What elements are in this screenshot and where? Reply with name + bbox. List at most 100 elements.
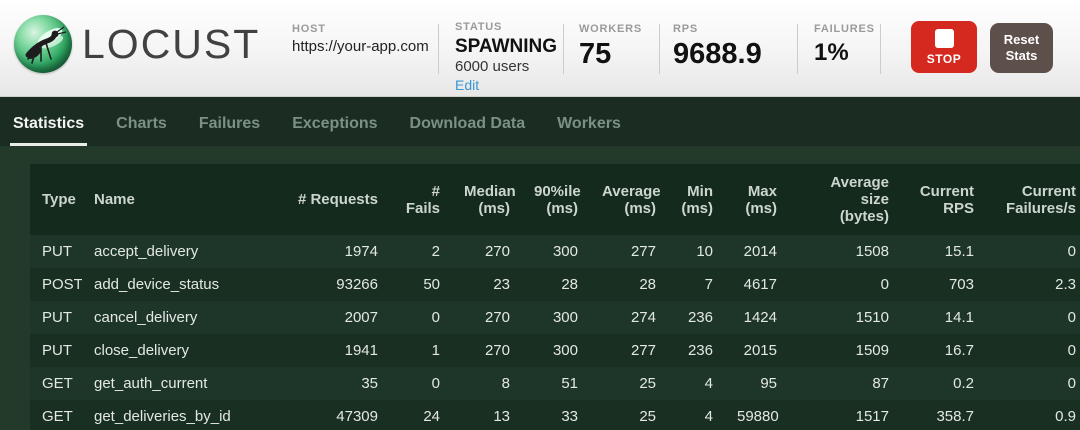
cell-requests: 93266: [282, 268, 390, 301]
table-row: PUT close_delivery 1941 1 270 300 277 23…: [30, 334, 1080, 367]
col-header-min[interactable]: Min (ms): [668, 164, 725, 235]
cell-median: 270: [452, 301, 522, 334]
col-header-name[interactable]: Name: [82, 164, 282, 235]
cell-min: 7: [668, 268, 725, 301]
col-header-average[interactable]: Average (ms): [590, 164, 668, 235]
table-row: PUT cancel_delivery 2007 0 270 300 274 2…: [30, 301, 1080, 334]
col-header-average-size[interactable]: Average size (bytes): [789, 164, 901, 235]
status-label: STATUS: [455, 21, 557, 33]
stop-button[interactable]: STOP: [911, 21, 977, 73]
status-stat: STATUS SPAWNING 6000 users Edit: [455, 21, 557, 95]
cell-requests: 47309: [282, 400, 390, 430]
cell-type: PUT: [30, 235, 82, 268]
cell-requests: 1941: [282, 334, 390, 367]
cell-median: 23: [452, 268, 522, 301]
edit-link[interactable]: Edit: [455, 76, 479, 95]
cell-max: 2015: [725, 334, 789, 367]
cell-name: get_auth_current: [82, 367, 282, 400]
tab-statistics[interactable]: Statistics: [10, 115, 87, 146]
cell-current-failures: 0: [986, 235, 1080, 268]
cell-max: 2014: [725, 235, 789, 268]
reset-stats-button[interactable]: Reset Stats: [990, 23, 1053, 73]
divider: [659, 24, 660, 74]
cell-min: 4: [668, 400, 725, 430]
failures-label: FAILURES: [814, 23, 875, 35]
status-value: SPAWNING: [455, 36, 557, 57]
cell-average: 25: [590, 400, 668, 430]
cell-type: GET: [30, 367, 82, 400]
cell-average: 274: [590, 301, 668, 334]
cell-type: POST: [30, 268, 82, 301]
cell-fails: 50: [390, 268, 452, 301]
col-header-fails[interactable]: # Fails: [390, 164, 452, 235]
cell-requests: 2007: [282, 301, 390, 334]
cell-current-rps: 15.1: [901, 235, 986, 268]
cell-average-size: 1508: [789, 235, 901, 268]
cell-average-size: 1517: [789, 400, 901, 430]
stop-button-label: STOP: [927, 52, 961, 66]
cell-min: 4: [668, 367, 725, 400]
cell-current-rps: 703: [901, 268, 986, 301]
cell-current-failures: 0.9: [986, 400, 1080, 430]
cell-current-failures: 0: [986, 367, 1080, 400]
stop-icon: [935, 29, 954, 48]
cell-average: 277: [590, 235, 668, 268]
table-row: POST add_device_status 93266 50 23 28 28…: [30, 268, 1080, 301]
divider: [563, 24, 564, 74]
cell-average-size: 1510: [789, 301, 901, 334]
cell-average-size: 1509: [789, 334, 901, 367]
cell-name: cancel_delivery: [82, 301, 282, 334]
table-row: GET get_deliveries_by_id 47309 24 13 33 …: [30, 400, 1080, 430]
nav-bar: Statistics Charts Failures Exceptions Do…: [0, 97, 1080, 146]
failures-value: 1%: [814, 38, 875, 68]
cell-90percentile: 300: [522, 334, 590, 367]
cell-type: GET: [30, 400, 82, 430]
divider: [880, 24, 881, 74]
table-header-row: Type Name # Requests # Fails Median (ms)…: [30, 164, 1080, 235]
failures-stat: FAILURES 1%: [814, 23, 875, 68]
cell-90percentile: 33: [522, 400, 590, 430]
divider: [797, 24, 798, 74]
cell-current-rps: 0.2: [901, 367, 986, 400]
cell-median: 270: [452, 235, 522, 268]
col-header-current-failures[interactable]: Current Failures/s: [986, 164, 1080, 235]
cell-max: 4617: [725, 268, 789, 301]
cell-average-size: 87: [789, 367, 901, 400]
cell-max: 1424: [725, 301, 789, 334]
tab-download-data[interactable]: Download Data: [407, 115, 529, 146]
host-stat: HOST https://your-app.com: [292, 23, 429, 55]
locust-logo-link[interactable]: LOCUST: [14, 15, 260, 73]
cell-min: 10: [668, 235, 725, 268]
cell-current-rps: 16.7: [901, 334, 986, 367]
col-header-current-rps[interactable]: Current RPS: [901, 164, 986, 235]
cell-current-rps: 14.1: [901, 301, 986, 334]
cell-type: PUT: [30, 301, 82, 334]
tab-failures[interactable]: Failures: [196, 115, 263, 146]
cell-median: 270: [452, 334, 522, 367]
table-row: PUT accept_delivery 1974 2 270 300 277 1…: [30, 235, 1080, 268]
divider: [438, 24, 439, 74]
cell-90percentile: 300: [522, 235, 590, 268]
cell-min: 236: [668, 301, 725, 334]
status-users: 6000 users: [455, 57, 557, 76]
col-header-max[interactable]: Max (ms): [725, 164, 789, 235]
tab-workers[interactable]: Workers: [554, 115, 624, 146]
cell-fails: 0: [390, 301, 452, 334]
workers-stat: WORKERS 75: [579, 23, 642, 70]
host-value: https://your-app.com: [292, 38, 429, 55]
top-header: LOCUST HOST https://your-app.com STATUS …: [0, 0, 1080, 97]
col-header-type[interactable]: Type: [30, 164, 82, 235]
cell-name: close_delivery: [82, 334, 282, 367]
tab-exceptions[interactable]: Exceptions: [289, 115, 380, 146]
cell-fails: 1: [390, 334, 452, 367]
rps-label: RPS: [673, 23, 762, 35]
tab-charts[interactable]: Charts: [113, 115, 170, 146]
cell-average: 25: [590, 367, 668, 400]
col-header-90percentile[interactable]: 90%ile (ms): [522, 164, 590, 235]
col-header-median[interactable]: Median (ms): [452, 164, 522, 235]
rps-value: 9688.9: [673, 38, 762, 70]
cell-fails: 0: [390, 367, 452, 400]
cell-requests: 1974: [282, 235, 390, 268]
col-header-requests[interactable]: # Requests: [282, 164, 390, 235]
cell-current-failures: 0: [986, 334, 1080, 367]
